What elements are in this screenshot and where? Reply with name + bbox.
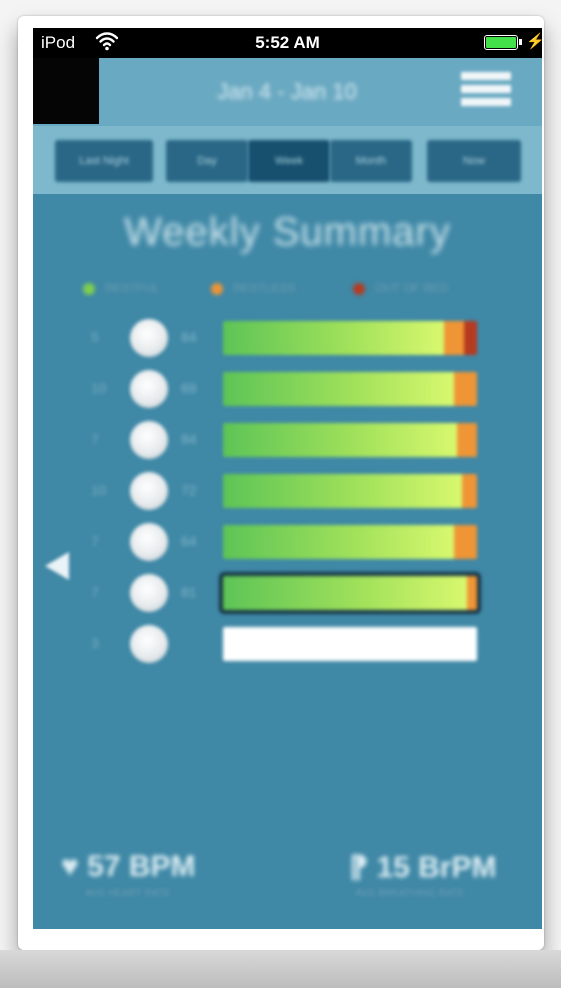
left-arrow-icon[interactable]: [45, 552, 69, 580]
tab-week[interactable]: Week: [248, 140, 330, 182]
row-count: 7: [91, 431, 99, 447]
legend-dot-out-of-bed: [353, 283, 365, 295]
sleep-face-icon: [130, 523, 168, 561]
bar-segment-restful: [223, 372, 455, 406]
sleep-face-icon: [130, 319, 168, 357]
status-time: 5:52 AM: [255, 33, 320, 52]
sleep-row[interactable]: 7 64: [33, 521, 542, 565]
sleep-face-icon: [130, 574, 168, 612]
sleep-face-icon: [130, 625, 168, 663]
sleep-face-icon: [130, 421, 168, 459]
status-bar: iPod 5:52 AM ⚡: [33, 28, 542, 58]
bar-segment-restless: [443, 321, 465, 355]
legend-label-out-of-bed: OUT OF BED: [375, 281, 449, 295]
sleep-bar[interactable]: [223, 525, 477, 559]
sleep-row[interactable]: 5 84: [33, 317, 542, 361]
sleep-row[interactable]: 7 84: [33, 419, 542, 463]
bar-segment-outofbed: [464, 321, 477, 355]
sleep-row[interactable]: 10 69: [33, 368, 542, 412]
bar-segment-restful: [223, 321, 444, 355]
bar-segment-restless: [456, 423, 477, 457]
breathing-rate-value: 15 BrPM: [376, 851, 497, 884]
row-count: 10: [91, 380, 107, 396]
sleep-row[interactable]: 3: [33, 623, 542, 667]
sleep-bar[interactable]: [223, 474, 477, 508]
sleep-bar[interactable]: [223, 372, 477, 406]
sleep-bar[interactable]: [223, 423, 477, 457]
tab-month[interactable]: Month: [330, 140, 412, 182]
heart-rate-label: AVG HEART RATE: [85, 888, 171, 899]
summary-title: Weekly Summary: [124, 210, 451, 254]
heart-icon: ♥: [61, 850, 79, 883]
row-count: 5: [91, 329, 99, 345]
bar-segment-restful: [223, 423, 457, 457]
lungs-icon: ⁋: [349, 851, 369, 884]
row-count: 7: [91, 533, 99, 549]
legend-dot-restful: [83, 283, 95, 295]
row-count: 3: [91, 635, 99, 651]
hamburger-menu-icon[interactable]: [461, 72, 511, 112]
heart-rate-stat: ♥ 57 BPM: [61, 850, 196, 884]
period-segment-bar: Last Night Day Week Month Now: [33, 126, 542, 194]
date-range-title: Jan 4 - Jan 10: [217, 79, 357, 104]
battery-nub: [519, 39, 522, 45]
legend: RESTFUL RESTLESS OUT OF BED: [33, 278, 542, 302]
breathing-rate-label: AVG BREATHING RATE: [355, 888, 465, 899]
row-count: 7: [91, 584, 99, 600]
row-score: 69: [181, 380, 197, 396]
bar-segment-restless: [466, 576, 477, 610]
row-score: 72: [181, 482, 197, 498]
tab-now[interactable]: Now: [427, 140, 521, 182]
row-score: 81: [181, 584, 197, 600]
row-score: 84: [181, 431, 197, 447]
sleep-face-icon: [130, 472, 168, 510]
bar-segment-restless: [461, 474, 477, 508]
app-screen: iPod 5:52 AM ⚡ Jan 4 - Jan 10 Last Night…: [33, 28, 542, 929]
nav-black-block: [33, 58, 99, 124]
sleep-bar[interactable]: [223, 576, 477, 610]
sleep-row[interactable]: 7 81: [33, 572, 542, 616]
row-score: 64: [181, 533, 197, 549]
bar-segment-restful: [223, 525, 455, 559]
heart-rate-value: 57 BPM: [87, 850, 196, 883]
tab-day[interactable]: Day: [166, 140, 248, 182]
sleep-bar[interactable]: [223, 321, 477, 355]
bar-segment-restless: [454, 525, 477, 559]
bar-segment-restful: [223, 576, 467, 610]
bar-segment-restful: [223, 474, 462, 508]
row-count: 10: [91, 482, 107, 498]
tab-last-night[interactable]: Last Night: [55, 140, 153, 182]
legend-label-restless: RESTLESS: [233, 281, 296, 295]
battery-charging-icon: [484, 35, 518, 50]
charging-bolt-icon: ⚡: [526, 33, 542, 50]
sleep-row[interactable]: 10 72: [33, 470, 542, 514]
nav-bar: Jan 4 - Jan 10: [33, 58, 542, 126]
breathing-rate-stat: ⁋ 15 BrPM: [349, 850, 496, 885]
row-score: 84: [181, 329, 197, 345]
legend-dot-restless: [211, 283, 223, 295]
page-shadow: [0, 950, 561, 988]
sleep-face-icon: [130, 370, 168, 408]
sleep-bar[interactable]: [223, 627, 477, 661]
legend-label-restful: RESTFUL: [105, 281, 160, 295]
bar-segment-restless: [454, 372, 477, 406]
